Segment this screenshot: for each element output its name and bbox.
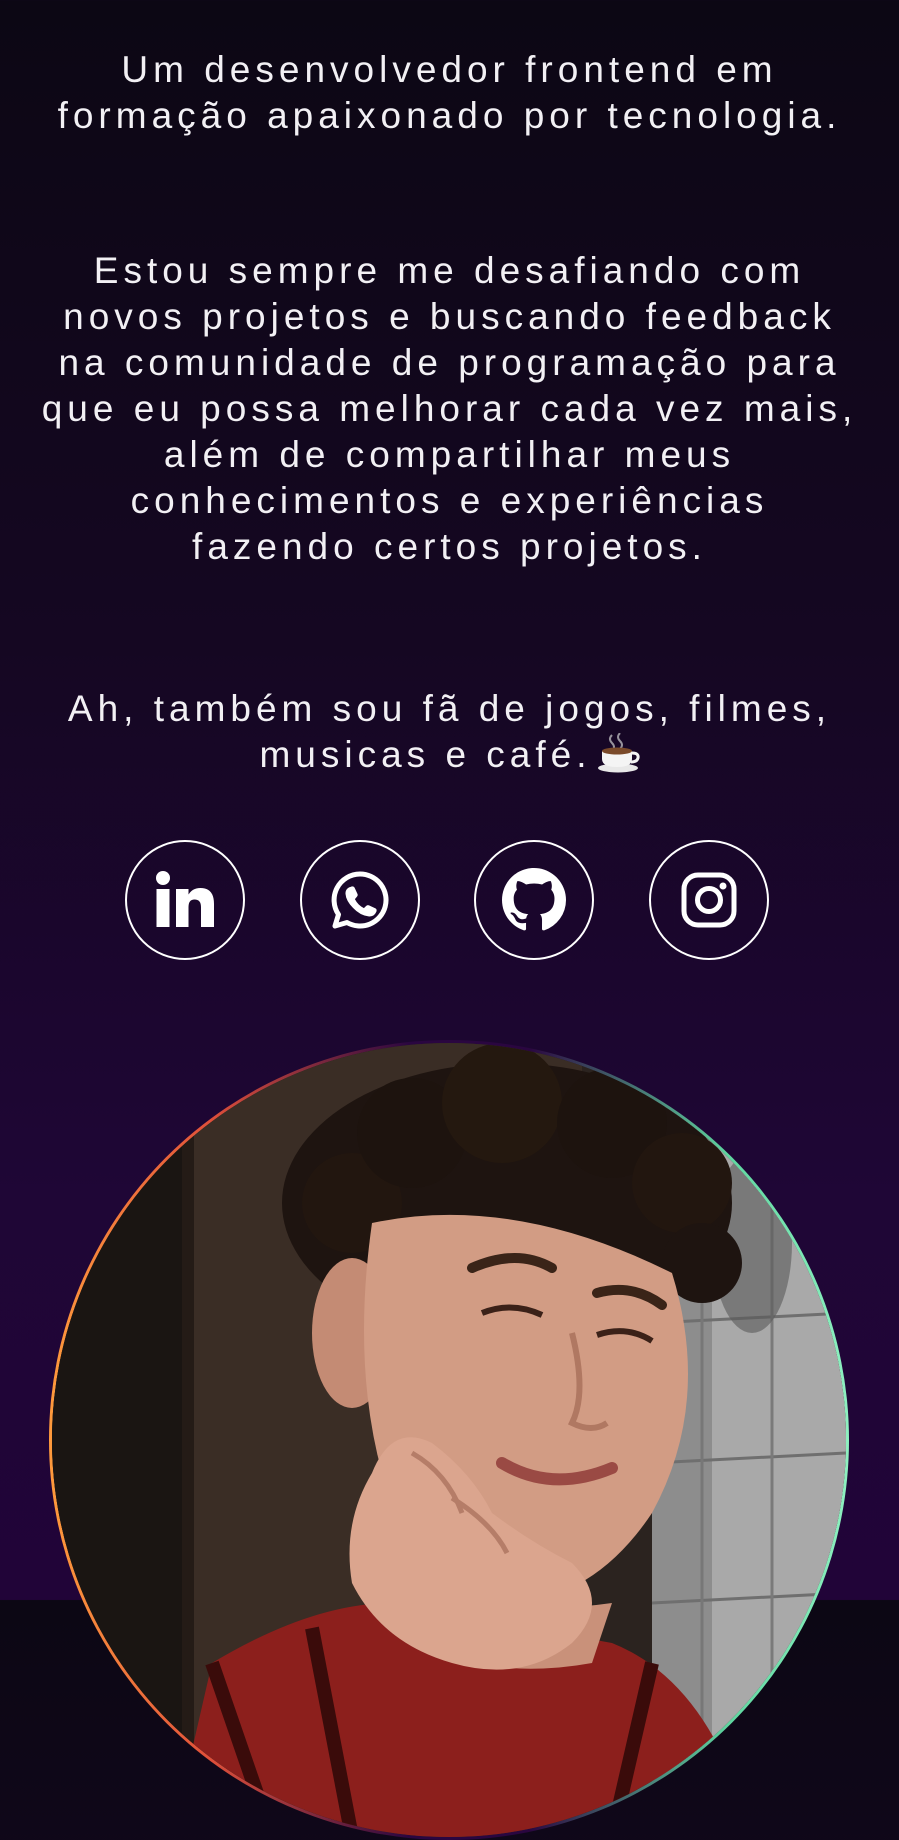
bio-paragraph-challenges: Estou sempre me desafiando com novos pro… bbox=[41, 250, 858, 567]
instagram-button[interactable] bbox=[649, 840, 769, 960]
bio-hobbies-text: Ah, também sou fã de jogos, filmes, musi… bbox=[67, 688, 832, 775]
bio-paragraph-hobbies: Ah, também sou fã de jogos, filmes, musi… bbox=[40, 686, 859, 778]
github-button[interactable] bbox=[474, 840, 594, 960]
social-links bbox=[0, 840, 899, 964]
whatsapp-icon bbox=[331, 871, 389, 929]
profile-photo-frame bbox=[49, 1040, 849, 1840]
linkedin-button[interactable] bbox=[125, 840, 245, 960]
coffee-icon bbox=[597, 733, 640, 773]
bio-paragraph-intro: Um desenvolvedor frontend em formação ap… bbox=[57, 49, 842, 136]
github-icon bbox=[502, 868, 566, 931]
instagram-icon bbox=[681, 872, 737, 928]
linkedin-icon bbox=[156, 871, 214, 927]
whatsapp-button[interactable] bbox=[300, 840, 420, 960]
profile-photo bbox=[52, 1043, 846, 1837]
